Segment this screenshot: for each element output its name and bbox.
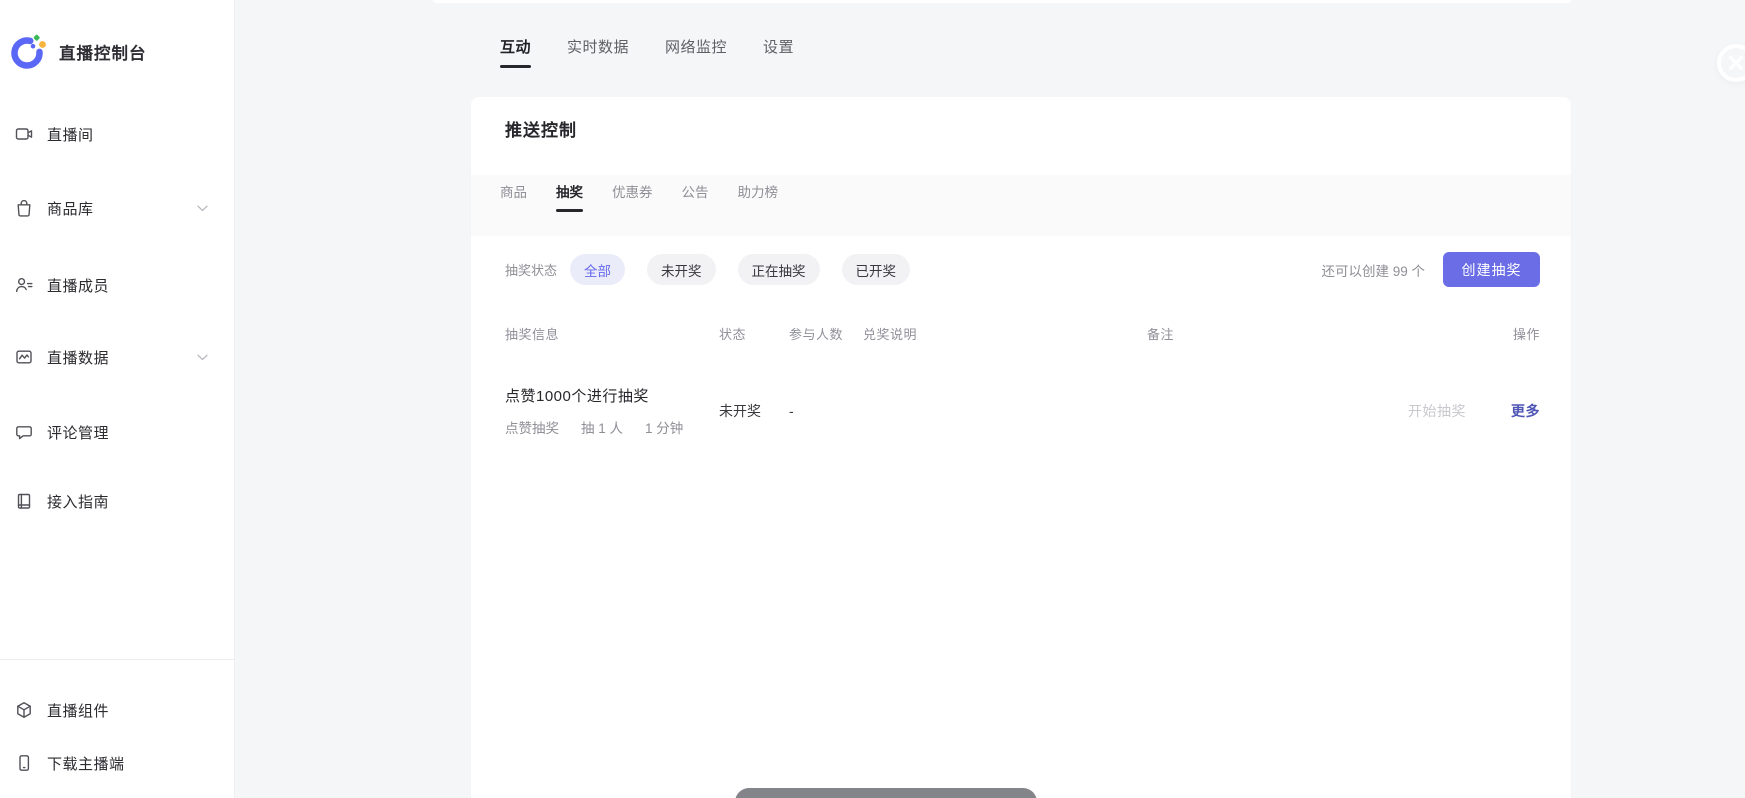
sidebar-item-download-broadcaster[interactable]: 下载主播端	[14, 750, 208, 776]
filter-pill-not-drawn[interactable]: 未开奖	[647, 254, 716, 285]
tab-settings[interactable]: 设置	[763, 36, 794, 68]
column-header-redemption: 兑奖说明	[863, 324, 1147, 343]
filter-label: 抽奖状态	[505, 260, 557, 279]
camera-icon	[14, 124, 34, 144]
sidebar-item-label: 商品库	[47, 198, 94, 219]
sidebar-item-live-room[interactable]: 直播间	[14, 121, 208, 147]
column-header-status: 状态	[719, 324, 789, 343]
subtab-support-ranking[interactable]: 助力榜	[738, 181, 779, 212]
start-lottery-action[interactable]: 开始抽奖	[1408, 401, 1466, 421]
column-header-actions: 操作	[1343, 324, 1540, 343]
bag-icon	[14, 198, 34, 218]
cube-icon	[14, 700, 34, 720]
lottery-duration: 1 分钟	[645, 417, 683, 437]
status-value: 未开奖	[719, 401, 789, 421]
scrolled-card-edge	[433, 0, 1571, 3]
sidebar-item-live-components[interactable]: 直播组件	[14, 697, 208, 723]
sidebar-item-label: 直播间	[47, 124, 94, 145]
lottery-meta: 点赞抽奖 抽 1 人 1 分钟	[505, 417, 719, 437]
sidebar-item-live-data[interactable]: 直播数据	[14, 344, 208, 370]
guide-icon	[14, 491, 34, 511]
subtab-lottery[interactable]: 抽奖	[556, 181, 583, 212]
lottery-winner-count: 抽 1 人	[581, 417, 623, 437]
push-control-panel: 推送控制 商品 抽奖 优惠券 公告 助力榜 抽奖状态 全部 未开奖 正在抽奖 已…	[471, 97, 1571, 798]
table-row: 点赞1000个进行抽奖 点赞抽奖 抽 1 人 1 分钟 未开奖 - 开始抽奖 更…	[505, 375, 1540, 447]
table-header-row: 抽奖信息 状态 参与人数 兑奖说明 备注 操作	[505, 318, 1540, 348]
chevron-down-icon	[197, 354, 208, 361]
tab-realtime-data[interactable]: 实时数据	[567, 36, 629, 68]
app-logo-icon	[11, 33, 49, 71]
chevron-down-icon	[197, 205, 208, 212]
row-actions: 开始抽奖 更多	[1343, 401, 1540, 421]
column-header-participants: 参与人数	[789, 324, 863, 343]
panel-title: 推送控制	[505, 116, 577, 141]
tab-interaction[interactable]: 互动	[500, 36, 531, 68]
filter-pill-drawing[interactable]: 正在抽奖	[738, 254, 820, 285]
sidebar-item-comment-management[interactable]: 评论管理	[14, 419, 208, 445]
tab-network-monitor[interactable]: 网络监控	[665, 36, 727, 68]
sidebar: 直播控制台 直播间 商品库	[0, 0, 235, 798]
filter-pill-drawn[interactable]: 已开奖	[842, 254, 911, 285]
remaining-quota-text: 还可以创建 99 个	[1321, 260, 1425, 280]
chart-icon	[14, 347, 34, 367]
subtab-bar: 商品 抽奖 优惠券 公告 助力榜	[471, 175, 1571, 236]
filter-pill-all[interactable]: 全部	[570, 254, 625, 285]
main-tab-bar: 互动 实时数据 网络监控 设置	[500, 36, 794, 68]
status-filter-pills: 全部 未开奖 正在抽奖 已开奖	[570, 254, 910, 285]
phone-icon	[14, 753, 34, 773]
members-icon	[14, 275, 34, 295]
create-lottery-button[interactable]: 创建抽奖	[1443, 252, 1540, 287]
column-header-lottery-info: 抽奖信息	[505, 324, 719, 343]
lottery-info-cell: 点赞1000个进行抽奖 点赞抽奖 抽 1 人 1 分钟	[505, 385, 719, 437]
sidebar-item-access-guide[interactable]: 接入指南	[14, 488, 208, 514]
sidebar-item-product-library[interactable]: 商品库	[14, 195, 208, 221]
toast-notification[interactable]	[735, 788, 1037, 798]
sidebar-item-label: 直播组件	[47, 700, 109, 721]
app-title: 直播控制台	[59, 40, 147, 64]
sidebar-item-label: 接入指南	[47, 491, 109, 512]
lottery-type: 点赞抽奖	[505, 417, 559, 437]
subtab-coupons[interactable]: 优惠券	[612, 181, 653, 212]
lottery-title: 点赞1000个进行抽奖	[505, 385, 719, 406]
sidebar-item-label: 直播成员	[47, 275, 109, 296]
app-logo-row: 直播控制台	[14, 32, 147, 72]
column-header-remark: 备注	[1147, 324, 1343, 343]
subtab-announcement[interactable]: 公告	[682, 181, 709, 212]
participants-value: -	[789, 403, 863, 419]
more-action[interactable]: 更多	[1511, 401, 1540, 421]
sidebar-item-label: 直播数据	[47, 347, 109, 368]
close-button[interactable]	[1717, 44, 1745, 82]
sidebar-item-live-members[interactable]: 直播成员	[14, 272, 208, 298]
comment-icon	[14, 422, 34, 442]
subtab-products[interactable]: 商品	[500, 181, 527, 212]
sidebar-item-label: 评论管理	[47, 422, 109, 443]
sidebar-item-label: 下载主播端	[47, 753, 125, 774]
close-icon	[1728, 55, 1744, 71]
lottery-filter-row: 抽奖状态 全部 未开奖 正在抽奖 已开奖 还可以创建 99 个 创建抽奖	[505, 252, 1540, 287]
sidebar-divider	[0, 659, 235, 660]
